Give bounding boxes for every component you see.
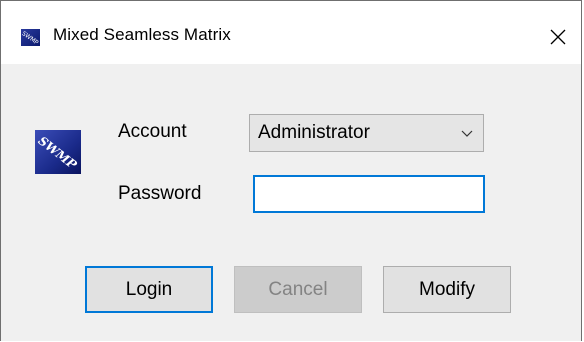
app-icon: SWMP (21, 29, 40, 46)
close-icon (550, 29, 566, 45)
account-select-value: Administrator (258, 122, 370, 143)
close-button[interactable] (535, 15, 581, 59)
modify-button[interactable]: Modify (383, 266, 511, 313)
window-title: Mixed Seamless Matrix (53, 25, 231, 44)
account-select[interactable]: Administrator (249, 114, 484, 152)
chevron-down-icon (461, 130, 473, 137)
login-dialog: SWMP Mixed Seamless Matrix SWMP Account … (0, 0, 582, 341)
account-label: Account (118, 121, 187, 142)
cancel-button[interactable]: Cancel (234, 266, 362, 313)
password-label: Password (118, 183, 202, 204)
password-field[interactable] (253, 175, 485, 213)
title-bar: SWMP Mixed Seamless Matrix (1, 1, 581, 64)
swmp-logo-icon: SWMP (35, 130, 81, 174)
login-button[interactable]: Login (85, 266, 213, 313)
